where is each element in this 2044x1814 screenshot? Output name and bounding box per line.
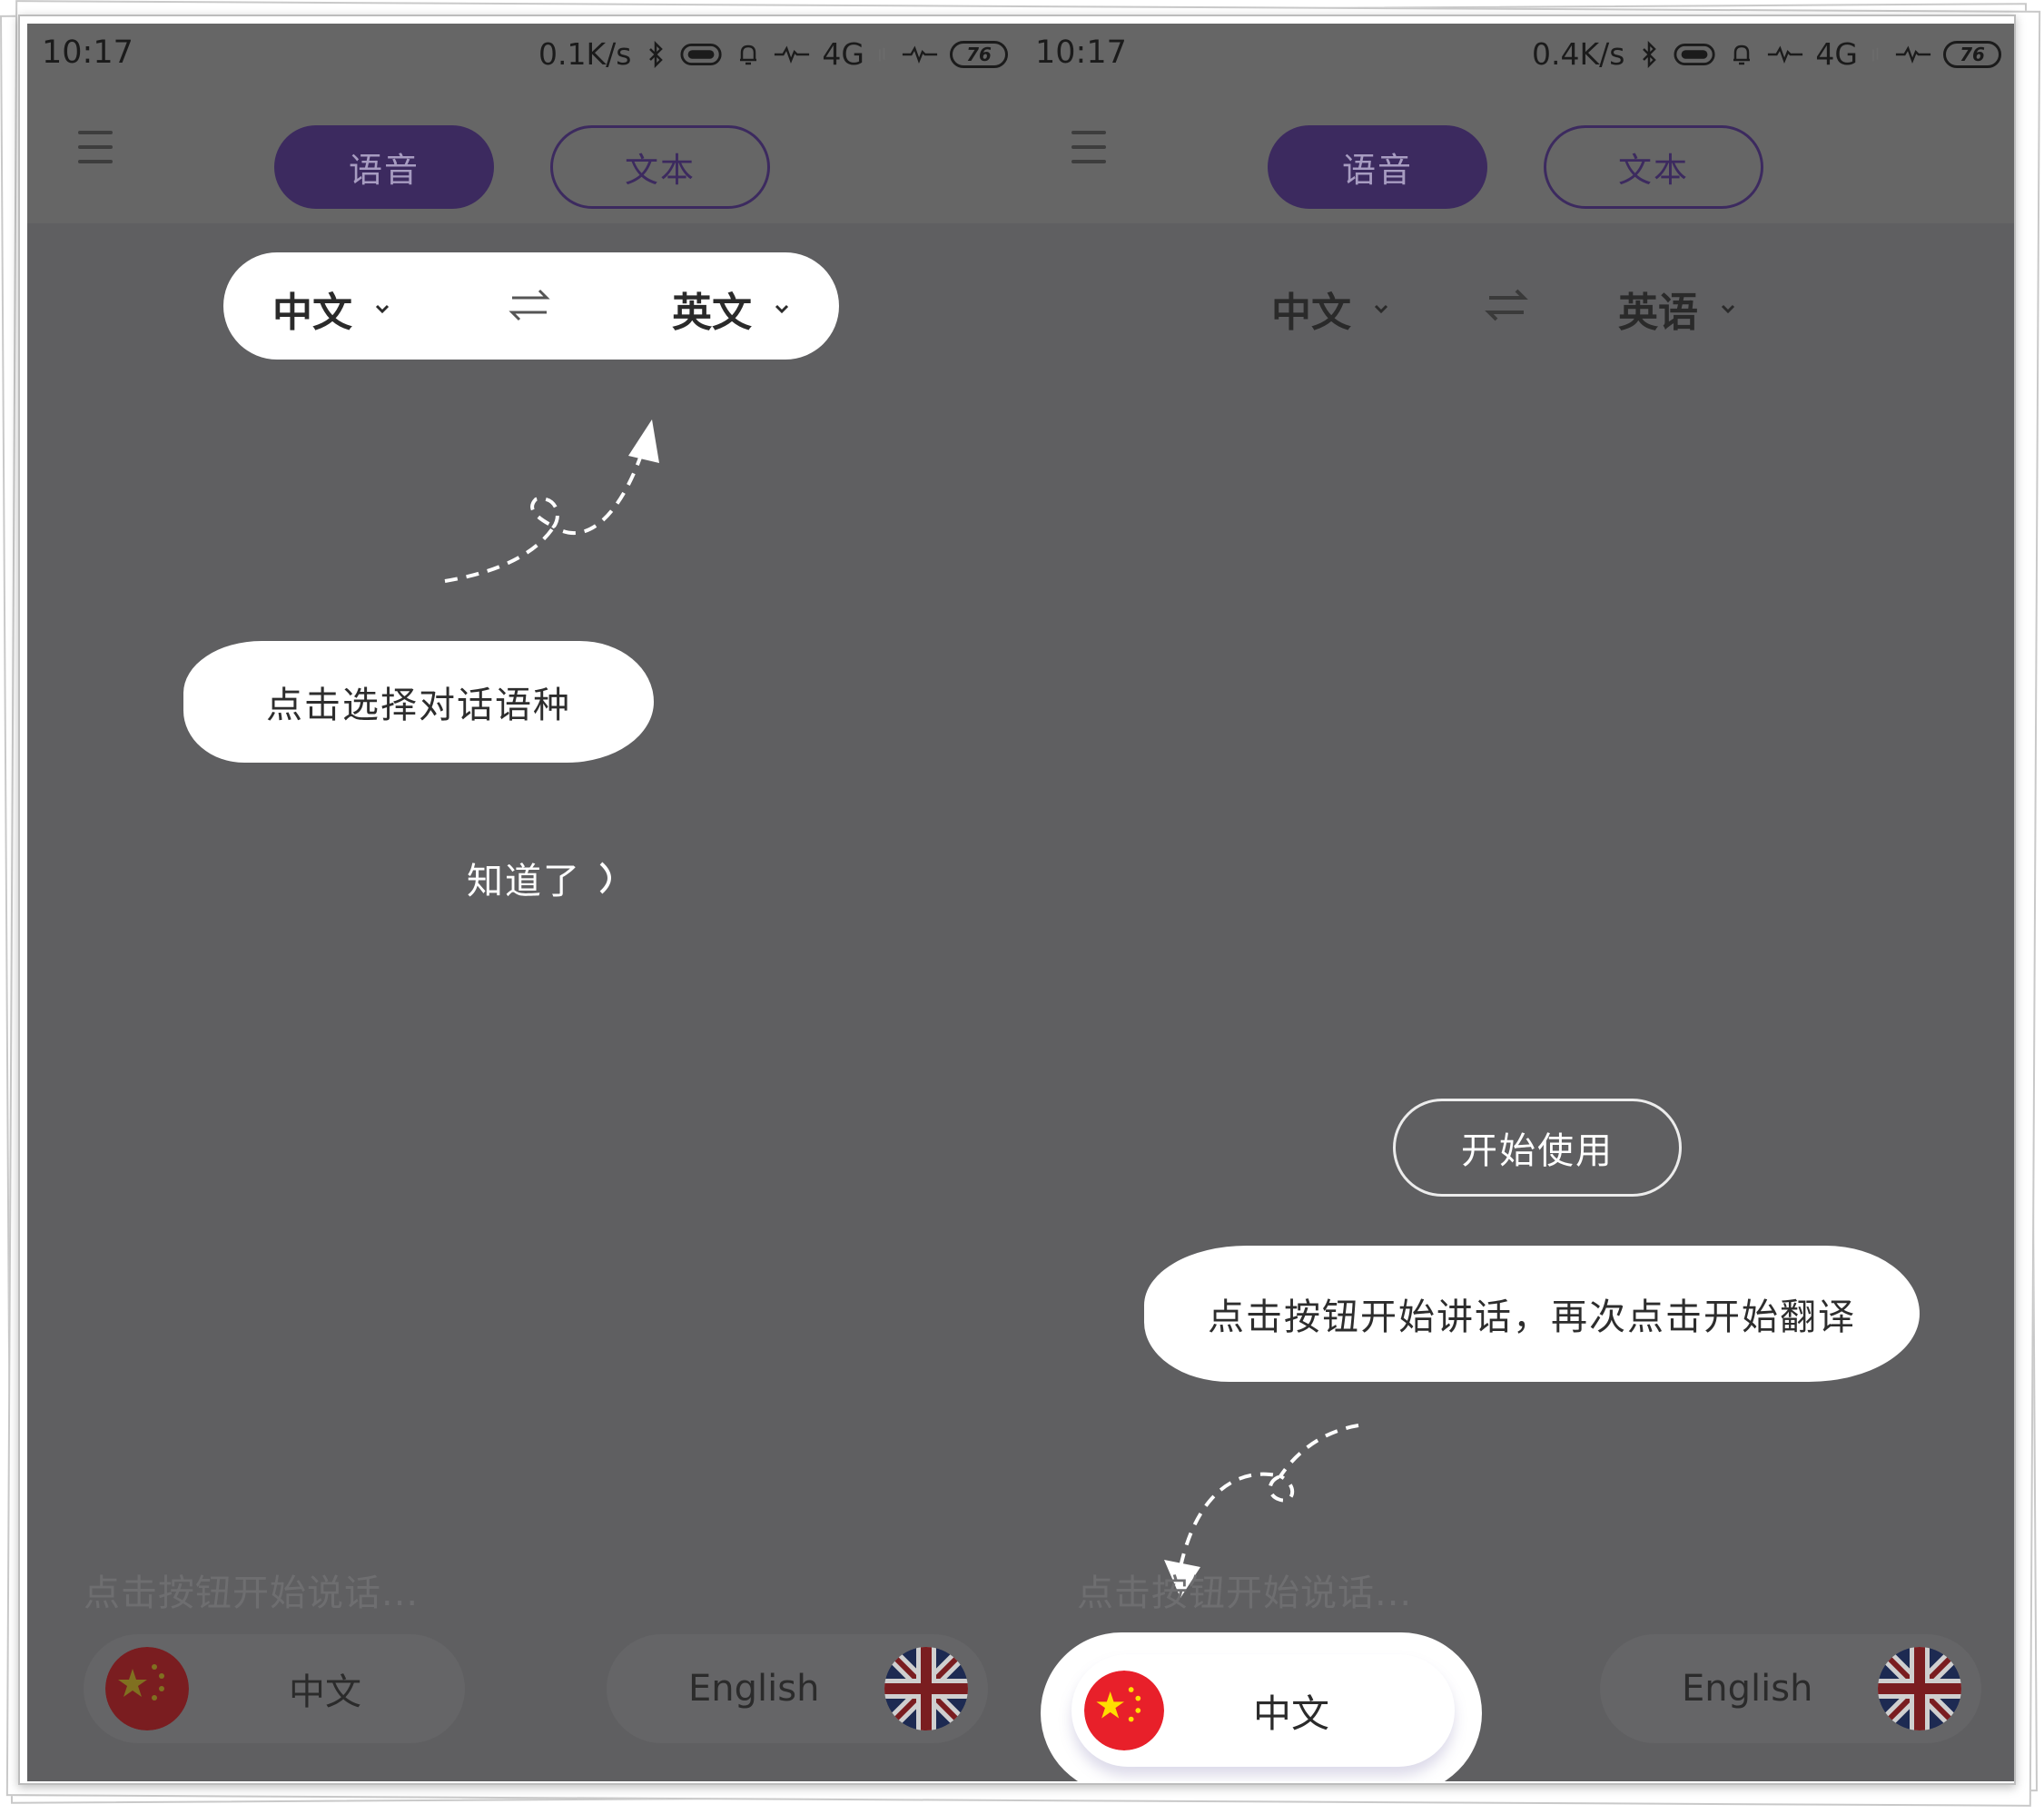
input-hint: 点击按钮开始说话... <box>1077 1572 1413 1614</box>
screenshot-frame: 10:17 0.1K/s 4G 76 语音 文本 中文 英文 点击选择对话语种 … <box>18 15 2016 1785</box>
battery-saver-icon <box>680 43 723 65</box>
right-phone-screen: 10:17 0.4K/s 4G 76 语音 文本 中文 英语 开始使用 点击按钮… <box>1021 24 2014 1781</box>
target-language-select[interactable]: 英文 <box>672 280 792 338</box>
app-header: 10:17 0.1K/s 4G 76 语音 文本 <box>27 24 1021 223</box>
source-language-select[interactable]: 中文 <box>1271 280 1391 338</box>
network-speed: 0.1K/s <box>538 36 632 72</box>
english-speaker-label: English <box>688 1668 820 1710</box>
bluetooth-icon <box>1643 40 1657 68</box>
chevron-down-icon <box>1374 304 1388 314</box>
data-activity-icon <box>1871 47 1879 61</box>
english-speaker-button[interactable]: English <box>607 1634 988 1743</box>
chevron-down-icon <box>1721 304 1735 314</box>
tab-voice[interactable]: 语音 <box>274 125 494 209</box>
china-flag-icon <box>105 1647 189 1730</box>
uk-flag-icon <box>1878 1647 1961 1730</box>
status-icons: 0.4K/s 4G 76 <box>1532 36 2001 72</box>
uk-flag-icon <box>884 1647 968 1730</box>
status-time: 10:17 <box>42 35 133 71</box>
got-it-button[interactable]: 知道了 <box>467 852 619 904</box>
china-flag-icon <box>1084 1671 1164 1750</box>
data-activity-icon <box>878 47 885 61</box>
english-speaker-label: English <box>1682 1668 1813 1710</box>
source-language-select[interactable]: 中文 <box>272 280 392 338</box>
english-speaker-button[interactable]: English <box>1600 1634 1981 1743</box>
input-hint: 点击按钮开始说话... <box>84 1572 420 1614</box>
chevron-down-icon <box>375 304 390 314</box>
signal-icon <box>902 44 938 64</box>
dashed-arrow-icon <box>444 419 659 583</box>
status-time: 10:17 <box>1035 35 1127 71</box>
source-language-label: 中文 <box>272 290 352 336</box>
menu-icon[interactable] <box>1071 131 1108 167</box>
target-language-select[interactable]: 英语 <box>1618 280 1738 338</box>
bell-icon <box>740 44 757 64</box>
tab-text[interactable]: 文本 <box>550 125 770 209</box>
tooltip-bubble: 点击选择对话语种 <box>183 641 654 763</box>
app-header: 10:17 0.4K/s 4G 76 语音 文本 <box>1021 24 2014 223</box>
network-type: 4G <box>1815 36 1858 72</box>
target-language-label: 英语 <box>1618 290 1698 336</box>
language-selector[interactable]: 中文 英文 <box>223 252 839 360</box>
source-language-label: 中文 <box>1271 290 1351 336</box>
signal-icon <box>1768 44 1803 64</box>
tab-text[interactable]: 文本 <box>1544 125 1763 209</box>
battery-saver-icon <box>1674 43 1716 65</box>
tab-voice[interactable]: 语音 <box>1268 125 1487 209</box>
signal-icon <box>1895 44 1931 64</box>
bluetooth-icon <box>649 40 664 68</box>
status-bar: 10:17 0.1K/s 4G 76 <box>27 24 1021 78</box>
chinese-speaker-label: 中文 <box>1253 1691 1330 1736</box>
tooltip-bubble: 点击按钮开始讲话，再次点击开始翻译 <box>1144 1246 1920 1382</box>
status-bar: 10:17 0.4K/s 4G 76 <box>1021 24 2014 78</box>
chinese-speaker-button[interactable]: 中文 <box>1071 1654 1455 1767</box>
swap-icon[interactable] <box>507 285 552 325</box>
start-using-button[interactable]: 开始使用 <box>1393 1099 1682 1197</box>
network-speed: 0.4K/s <box>1531 36 1625 72</box>
chevron-down-icon <box>775 304 789 314</box>
battery-icon: 76 <box>1943 40 2001 68</box>
swap-icon[interactable] <box>1484 285 1529 325</box>
chinese-speaker-label: 中文 <box>289 1671 361 1713</box>
network-type: 4G <box>822 36 864 72</box>
status-icons: 0.1K/s 4G 76 <box>538 36 1008 72</box>
chevron-right-icon <box>599 862 611 894</box>
battery-icon: 76 <box>950 40 1008 68</box>
bell-icon <box>1733 44 1751 64</box>
got-it-label: 知道了 <box>467 861 581 902</box>
language-selector[interactable]: 中文 英语 <box>1211 252 1827 360</box>
left-phone-screen: 10:17 0.1K/s 4G 76 语音 文本 中文 英文 点击选择对话语种 … <box>27 24 1021 1781</box>
menu-icon[interactable] <box>78 131 114 167</box>
signal-icon <box>775 44 810 64</box>
target-language-label: 英文 <box>672 290 752 336</box>
chinese-speaker-button[interactable]: 中文 <box>84 1634 465 1743</box>
chinese-speaker-button-highlighted[interactable]: 中文 <box>1041 1632 1482 1781</box>
